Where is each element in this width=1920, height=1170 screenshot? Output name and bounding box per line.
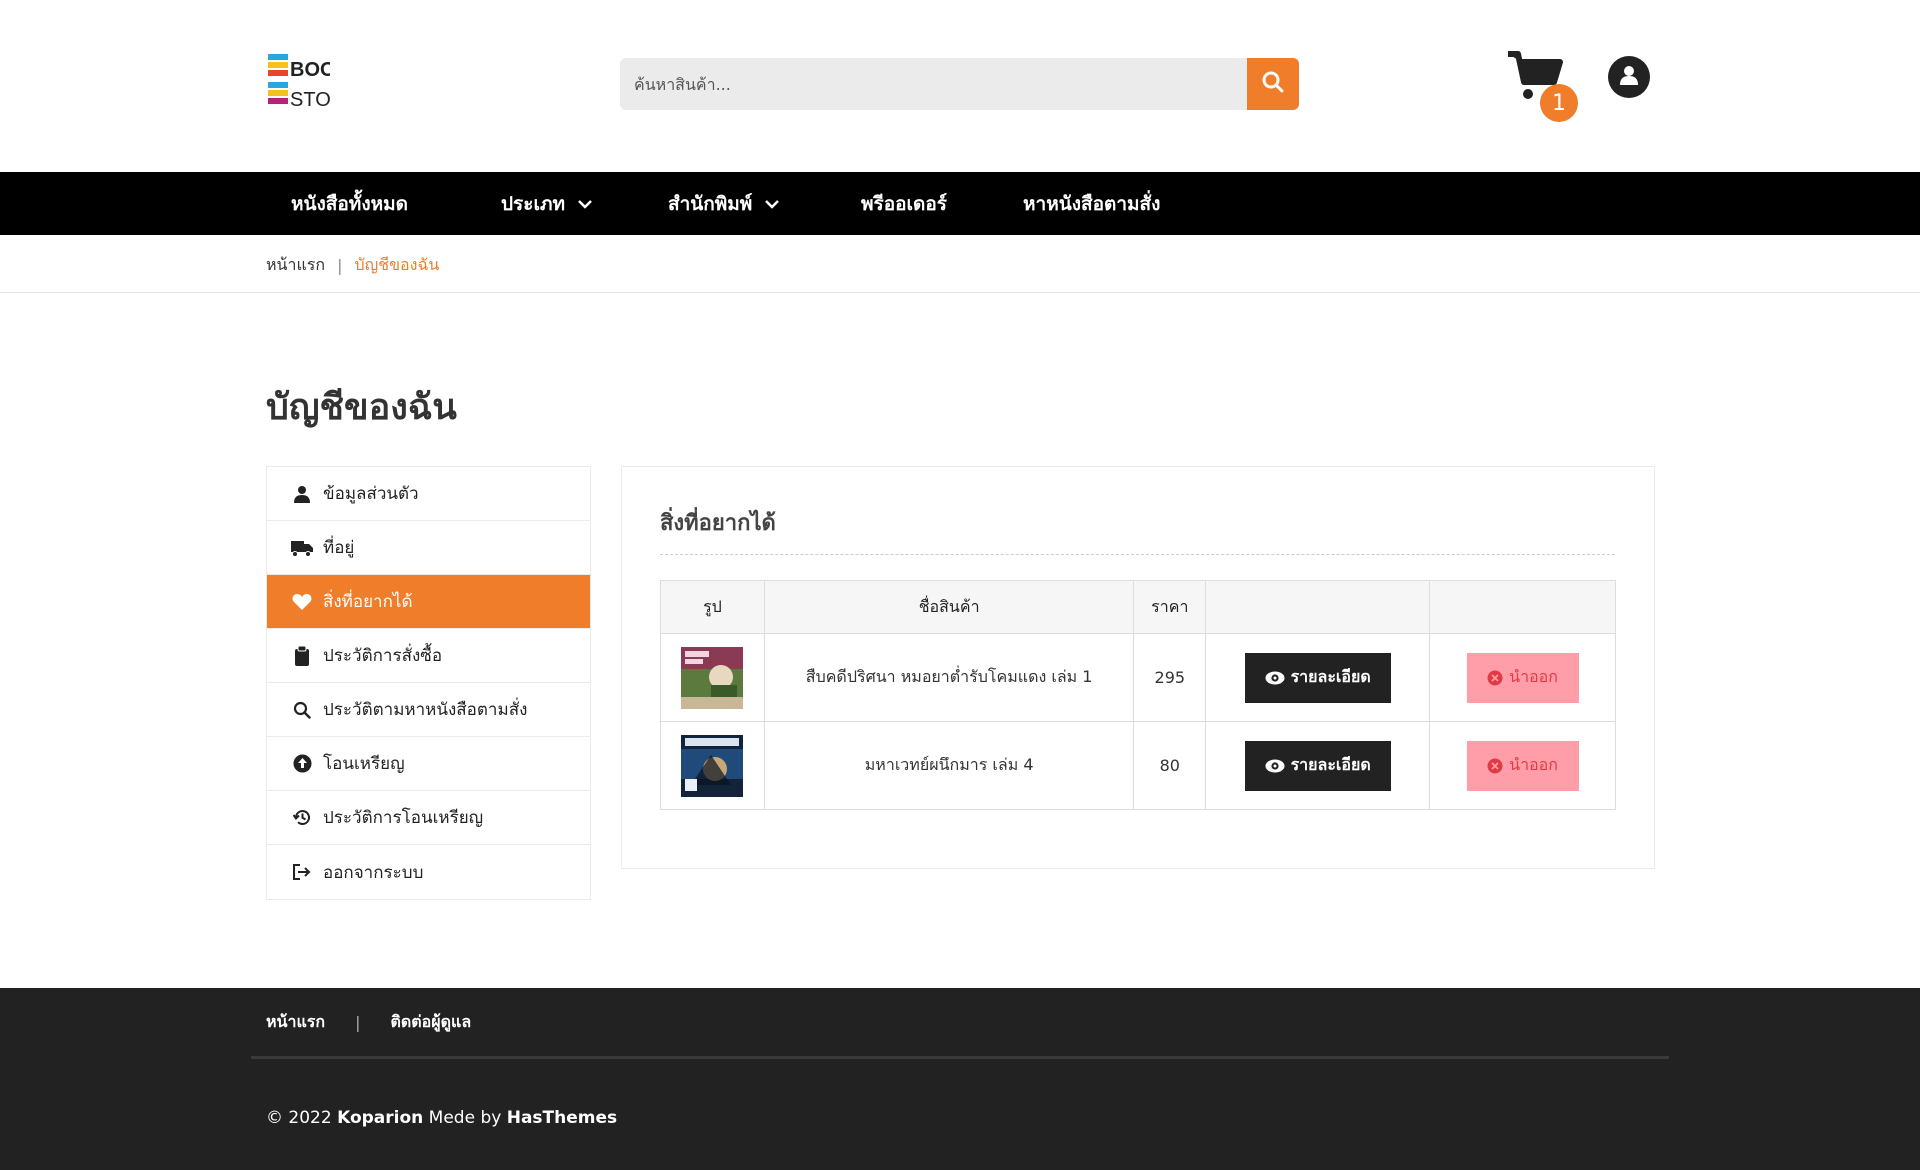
sidebar-item-label: ออกจากระบบ (323, 862, 424, 883)
sidebar-item-label: ประวัติการโอนเหรียญ (323, 808, 484, 828)
footer-link-home[interactable]: หน้าแรก (266, 1010, 325, 1035)
book-cover-thumbnail[interactable] (681, 734, 744, 797)
nav-item-publisher[interactable]: สำนักพิมพ์ (668, 172, 780, 235)
chevron-down-icon (577, 198, 593, 210)
search-bar (620, 58, 1299, 110)
nav-item-label: หนังสือทั้งหมด (291, 192, 408, 215)
table-row: สืบคดีปริศนา หมอยาต่ำรับโคมแดง เล่ม 1 29… (660, 633, 1616, 722)
sidebar-item-label: ข้อมูลส่วนตัว (323, 484, 419, 504)
sidebar-item-profile[interactable]: ข้อมูลส่วนตัว (267, 467, 590, 521)
account-sidebar: ข้อมูลส่วนตัว ที่อยู่ สิ่งที่อยากได้ ประ… (266, 466, 591, 900)
product-name[interactable]: สืบคดีปริศนา หมอยาต่ำรับโคมแดง เล่ม 1 (763, 633, 1135, 722)
upload-circle-icon (291, 753, 313, 775)
site-footer: หน้าแรก | ติดต่อผู้ดูแล © 2022 Koparion … (0, 988, 1920, 1170)
remove-button[interactable]: นำออก (1466, 740, 1579, 791)
eye-icon (1265, 759, 1285, 773)
sidebar-item-label: สิ่งที่อยากได้ (323, 592, 413, 612)
column-header-price: ราคา (1133, 580, 1207, 634)
remove-button-label: นำออก (1509, 755, 1558, 774)
breadcrumb: หน้าแรก | บัญชีของฉัน (0, 235, 1920, 293)
copyright-prefix: © 2022 (266, 1108, 338, 1128)
close-circle-icon (1487, 758, 1503, 774)
sidebar-item-label: ประวัติการสั่งซื้อ (323, 646, 443, 666)
nav-item-all-books[interactable]: หนังสือทั้งหมด (291, 172, 408, 235)
remove-button[interactable]: นำออก (1466, 652, 1579, 703)
site-header: BOOK STORE 1 (0, 0, 1920, 172)
column-header-detail (1205, 580, 1431, 634)
footer-links: หน้าแรก | ติดต่อผู้ดูแล (266, 1010, 471, 1035)
account-button[interactable] (1608, 56, 1650, 98)
product-name[interactable]: มหาเวทย์ผนึกมาร เล่ม 4 (763, 721, 1135, 810)
table-row: มหาเวทย์ผนึกมาร เล่ม 4 80 รายละเอียด นำอ… (660, 721, 1616, 810)
column-header-remove (1429, 580, 1616, 634)
heart-icon (291, 591, 313, 613)
bookstore-logo[interactable]: BOOK STORE (266, 52, 359, 112)
table-header-row: รูป ชื่อสินค้า ราคา (660, 580, 1616, 634)
footer-link-contact[interactable]: ติดต่อผู้ดูแล (390, 1010, 471, 1035)
sidebar-item-coin-history[interactable]: ประวัติการโอนเหรียญ (267, 791, 590, 845)
sidebar-item-label: โอนเหรียญ (323, 754, 405, 774)
logo-text-top: BOOK (290, 59, 330, 81)
main-nav: หนังสือทั้งหมด ประเภท สำนักพิมพ์ พรีออเด… (0, 172, 1920, 235)
truck-icon (291, 537, 313, 559)
column-header-image: รูป (660, 580, 765, 634)
product-price: 80 (1133, 721, 1207, 810)
close-circle-icon (1487, 670, 1503, 686)
sidebar-item-logout[interactable]: ออกจากระบบ (267, 845, 590, 899)
search-icon (1261, 70, 1285, 98)
breadcrumb-home-link[interactable]: หน้าแรก (266, 253, 325, 278)
clipboard-icon (291, 645, 313, 667)
sidebar-item-wishlist[interactable]: สิ่งที่อยากได้ (267, 575, 590, 629)
sidebar-item-label: ที่อยู่ (323, 538, 355, 558)
eye-icon (1265, 671, 1285, 685)
chevron-down-icon (764, 198, 780, 210)
sidebar-item-transfer-coins[interactable]: โอนเหรียญ (267, 737, 590, 791)
copyright-text: © 2022 Koparion Mede by HasThemes (266, 1108, 617, 1128)
copyright-brand[interactable]: Koparion (337, 1108, 423, 1128)
search-button[interactable] (1247, 58, 1299, 110)
column-header-product-name: ชื่อสินค้า (763, 580, 1135, 634)
detail-button-label: รายละเอียด (1290, 667, 1371, 686)
wishlist-panel: สิ่งที่อยากได้ รูป ชื่อสินค้า ราคา สืบคด… (621, 466, 1655, 869)
detail-button-label: รายละเอียด (1290, 755, 1371, 774)
sidebar-item-address[interactable]: ที่อยู่ (267, 521, 590, 575)
nav-item-preorder[interactable]: พรีออเดอร์ (861, 172, 947, 235)
user-icon (1618, 64, 1640, 90)
nav-item-label: ประเภท (501, 192, 566, 215)
page-title: บัญชีของฉัน (266, 387, 457, 428)
sidebar-item-label: ประวัติตามหาหนังสือตามสั่ง (323, 700, 528, 720)
copyright-middle: Mede by (423, 1108, 507, 1128)
detail-button[interactable]: รายละเอียด (1244, 740, 1391, 791)
detail-button[interactable]: รายละเอียด (1244, 652, 1391, 703)
logo-text-bottom: STORE (290, 89, 330, 111)
cart-count-badge: 1 (1540, 84, 1578, 122)
sidebar-item-order-history[interactable]: ประวัติการสั่งซื้อ (267, 629, 590, 683)
user-icon (291, 483, 313, 505)
nav-item-find-book[interactable]: หาหนังสือตามสั่ง (1023, 172, 1160, 235)
history-icon (291, 807, 313, 829)
book-cover-thumbnail[interactable] (681, 646, 744, 709)
footer-divider (251, 1056, 1669, 1059)
wishlist-table: รูป ชื่อสินค้า ราคา สืบคดีปริศนา หมอยาต่… (660, 580, 1616, 810)
nav-item-label: พรีออเดอร์ (861, 192, 948, 215)
wishlist-title: สิ่งที่อยากได้ (660, 505, 1615, 555)
product-price: 295 (1133, 633, 1207, 722)
nav-item-label: หาหนังสือตามสั่ง (1023, 192, 1161, 215)
search-icon (291, 699, 313, 721)
search-input[interactable] (620, 58, 1247, 110)
copyright-author[interactable]: HasThemes (507, 1108, 617, 1128)
sidebar-item-book-request-history[interactable]: ประวัติตามหาหนังสือตามสั่ง (267, 683, 590, 737)
cart-button[interactable]: 1 (1506, 50, 1586, 124)
nav-item-label: สำนักพิมพ์ (668, 192, 753, 215)
breadcrumb-separator: | (337, 256, 343, 275)
sign-out-icon (291, 861, 313, 883)
footer-separator: | (355, 1013, 361, 1032)
nav-item-category[interactable]: ประเภท (501, 172, 593, 235)
breadcrumb-current: บัญชีของฉัน (354, 255, 440, 274)
remove-button-label: นำออก (1509, 667, 1558, 686)
